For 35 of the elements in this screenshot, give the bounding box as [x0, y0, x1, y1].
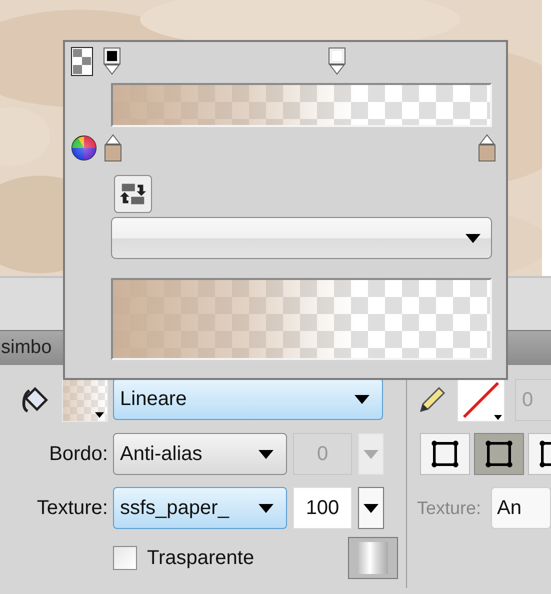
color-stop-marker[interactable] [104, 134, 122, 162]
fill-swatch[interactable] [62, 378, 108, 422]
color-stop-marker[interactable] [478, 134, 496, 162]
opacity-stop-marker[interactable] [328, 47, 346, 75]
panel-tab[interactable]: simbo [0, 336, 52, 359]
texture-button[interactable] [348, 537, 398, 580]
square-corners-icon [483, 438, 515, 470]
join-button[interactable] [420, 433, 470, 476]
color-wheel-icon[interactable] [71, 135, 97, 161]
transparent-checkbox[interactable] [113, 546, 137, 570]
fill-type-dropdown[interactable]: Lineare [113, 378, 383, 420]
texture-amount-field[interactable]: 100 [293, 487, 352, 530]
caret-icon [354, 394, 370, 404]
stroke-texture-label: Texture: [417, 498, 482, 519]
caret-icon [465, 234, 481, 242]
texture-label: Texture: [36, 496, 108, 520]
join-button[interactable] [474, 433, 524, 476]
caret-icon [95, 412, 104, 418]
edge-dropdown[interactable]: Anti-alias [113, 433, 287, 476]
caret-icon [258, 450, 274, 459]
transparent-label: Trasparente [147, 546, 254, 570]
caret-icon [363, 504, 379, 513]
texture-amount-arrow-button[interactable] [358, 487, 384, 530]
opacity-stop-marker[interactable] [103, 47, 121, 75]
swap-button[interactable] [114, 175, 152, 213]
stroke-swatch[interactable] [457, 378, 505, 422]
texture-dropdown[interactable]: ssfs_paper_ [113, 487, 287, 530]
gradient-bar[interactable] [111, 83, 492, 127]
caret-icon [258, 504, 274, 513]
caret-icon [363, 450, 379, 459]
square-corners-icon [429, 438, 461, 470]
swap-arrows-icon [119, 181, 147, 207]
checkerboard-icon[interactable] [71, 47, 93, 76]
stroke-texture-dropdown[interactable]: An [491, 487, 551, 530]
edge-label: Bordo: [49, 442, 108, 466]
